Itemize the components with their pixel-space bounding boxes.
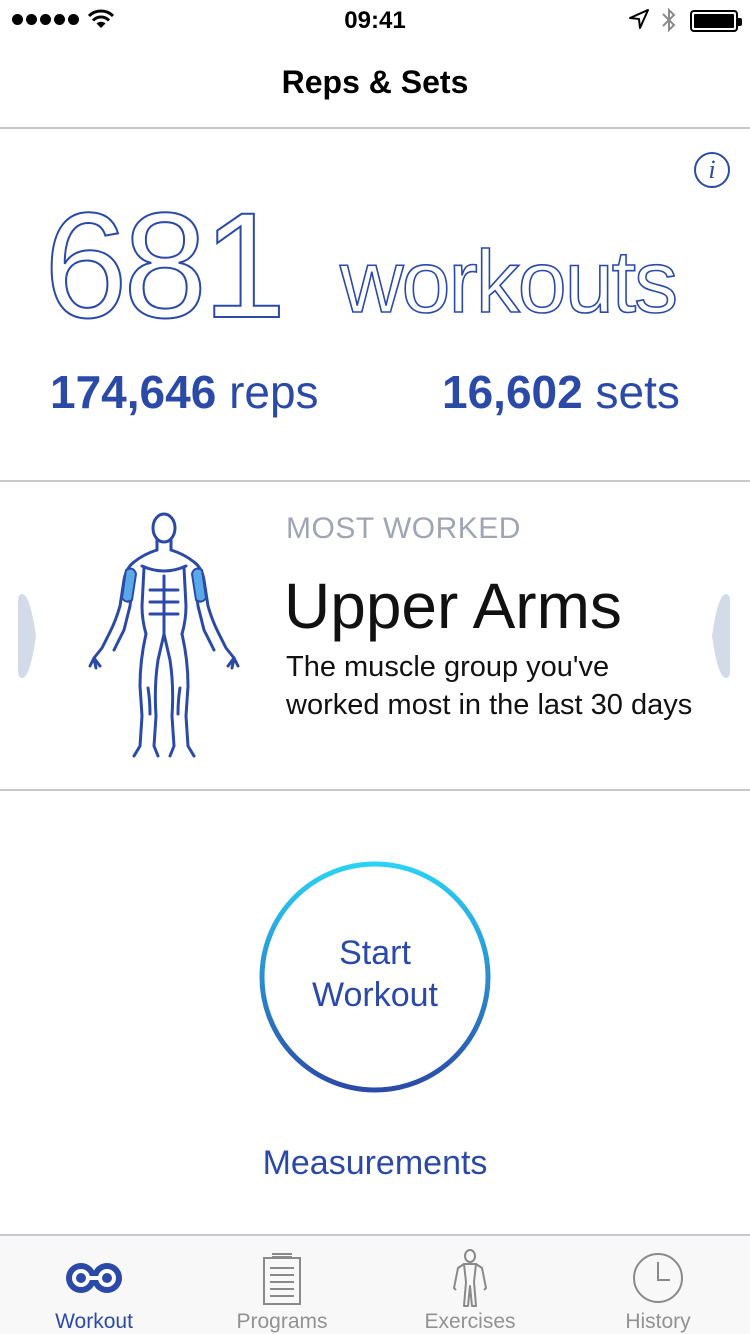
- measurements-link[interactable]: Measurements: [0, 1144, 750, 1183]
- reps-count: 174,646: [50, 366, 217, 418]
- workouts-count: 681: [43, 181, 287, 349]
- start-workout-label[interactable]: Start Workout: [258, 932, 492, 1016]
- summary-divider: [0, 480, 750, 482]
- workouts-unit: workouts: [339, 231, 679, 332]
- tab-exercises[interactable]: Exercises: [376, 1236, 564, 1334]
- sets-unit: sets: [595, 366, 680, 418]
- next-chevron-icon[interactable]: [710, 590, 732, 682]
- location-arrow-icon: [629, 9, 649, 29]
- nav-divider: [0, 127, 750, 129]
- clipboard-icon: [263, 1253, 301, 1305]
- dumbbell-icon: [66, 1263, 122, 1293]
- tab-bar: Workout Programs Exercises History: [0, 1234, 750, 1334]
- status-bar: 09:41: [0, 0, 750, 40]
- most-worked-label: MOST WORKED: [286, 512, 521, 545]
- person-icon: [453, 1249, 487, 1307]
- muscle-group-name: Upper Arms: [284, 570, 622, 642]
- tab-workout-label: Workout: [55, 1310, 133, 1333]
- muscle-group-description: The muscle group you've worked most in t…: [286, 651, 693, 721]
- info-icon[interactable]: i: [694, 152, 730, 188]
- reps-unit: reps: [229, 366, 319, 418]
- start-workout-line2: Workout: [312, 976, 438, 1014]
- battery-icon: [690, 10, 742, 32]
- bluetooth-icon: [662, 7, 676, 33]
- tab-history-label: History: [625, 1310, 691, 1333]
- page-title: Reps & Sets: [281, 64, 469, 100]
- tab-programs[interactable]: Programs: [188, 1236, 376, 1334]
- sets-count: 16,602: [442, 366, 583, 418]
- clock-icon: [633, 1253, 683, 1303]
- muscle-body-diagram-icon: [88, 512, 240, 758]
- sets-stat: 16,602 sets: [442, 364, 680, 420]
- start-workout-line1: Start: [339, 934, 411, 972]
- tab-workout[interactable]: Workout: [0, 1236, 188, 1334]
- tab-exercises-label: Exercises: [424, 1310, 516, 1333]
- card-divider: [0, 789, 750, 791]
- reps-stat: 174,646 reps: [50, 364, 319, 420]
- previous-chevron-icon[interactable]: [16, 590, 38, 682]
- tab-programs-label: Programs: [236, 1310, 328, 1333]
- tab-history[interactable]: History: [564, 1236, 750, 1334]
